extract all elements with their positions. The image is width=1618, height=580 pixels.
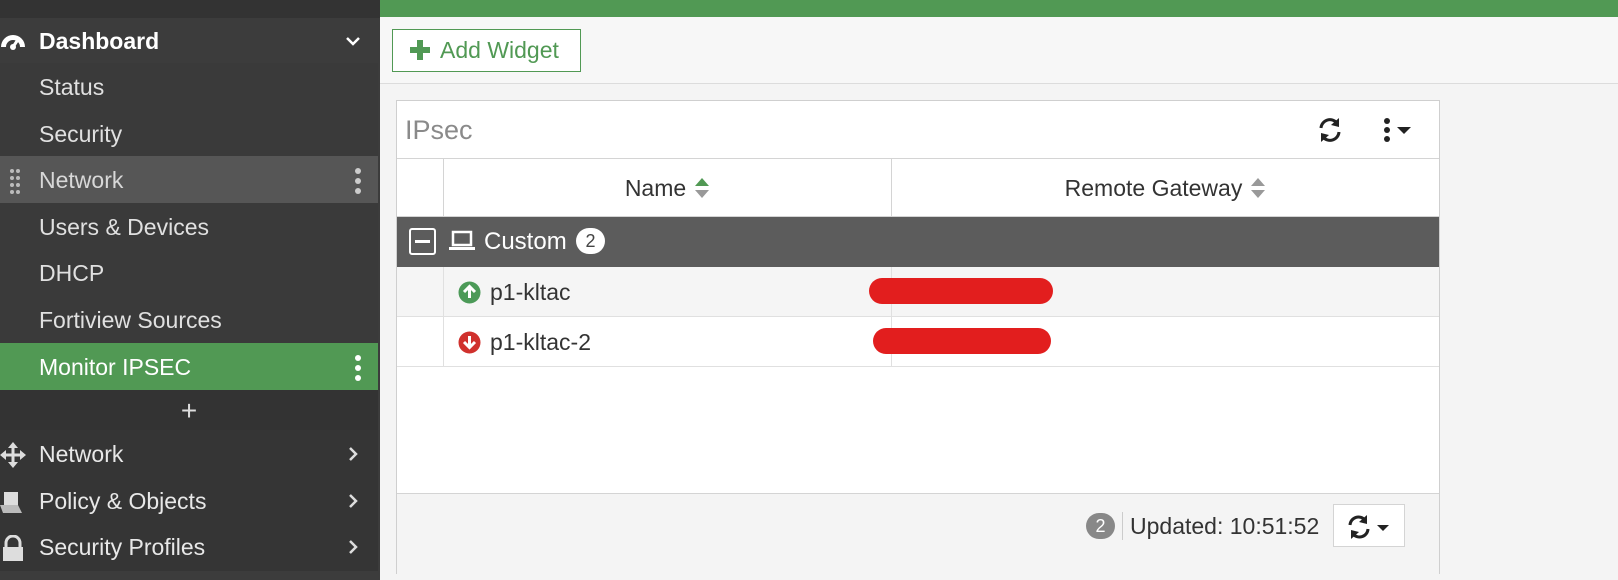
ipsec-widget: IPsec Name Remote Gateway Custom 2 p1-kl…	[396, 100, 1440, 574]
kebab-menu-icon[interactable]	[354, 167, 362, 195]
refresh-icon[interactable]	[1317, 117, 1343, 143]
drag-handle-icon[interactable]	[9, 167, 21, 195]
sidebar-item-label: Security	[39, 120, 123, 147]
kebab-menu-icon[interactable]	[354, 354, 362, 382]
sidebar-item-policy-objects[interactable]: Policy & Objects	[0, 477, 378, 525]
dashboard-toolbar: Add Widget	[380, 17, 1618, 84]
sidebar-item-network[interactable]: Network	[0, 430, 378, 478]
tunnel-up-icon	[458, 281, 481, 304]
widget-header: IPsec	[397, 101, 1439, 159]
group-row-custom[interactable]: Custom 2	[397, 217, 1439, 267]
row-select-cell[interactable]	[397, 267, 444, 317]
sort-icon	[1251, 178, 1266, 198]
sidebar-item-status[interactable]: Status	[0, 63, 378, 111]
tunnel-name: p1-kltac	[490, 279, 571, 305]
table-row[interactable]: p1-kltac-2	[397, 317, 1439, 367]
sidebar-item-label: Security Profiles	[39, 533, 206, 560]
tunnel-down-icon	[458, 331, 481, 354]
add-widget-button[interactable]: Add Widget	[392, 29, 581, 72]
column-label: Remote Gateway	[1064, 174, 1243, 201]
sidebar-item-security-profiles[interactable]: Security Profiles	[0, 523, 378, 571]
widget-footer: 2 Updated: 10:51:52	[397, 493, 1439, 574]
sidebar-item-label: Dashboard	[39, 27, 160, 54]
name-cell: p1-kltac-2	[444, 317, 892, 367]
move-arrows-icon	[0, 442, 26, 468]
top-accent-bar	[380, 0, 1618, 17]
total-count-badge: 2	[1086, 513, 1115, 539]
select-column-header	[397, 159, 444, 217]
last-updated-text: Updated: 10:51:52	[1130, 513, 1320, 539]
remote-gateway-column-header[interactable]: Remote Gateway	[892, 159, 1439, 217]
refresh-interval-button[interactable]	[1333, 504, 1405, 547]
sidebar-item-label: Status	[39, 73, 105, 100]
redacted-remote-gateway	[873, 328, 1051, 354]
table-header: Name Remote Gateway	[397, 159, 1439, 217]
widget-menu-icon[interactable]	[1381, 117, 1417, 143]
gauge-icon	[1, 35, 25, 50]
group-count-badge: 2	[576, 228, 605, 254]
tunnel-name: p1-kltac-2	[490, 329, 591, 355]
column-label: Name	[624, 174, 687, 201]
sidebar-item-label: Network	[39, 166, 124, 193]
collapse-group-icon[interactable]	[409, 228, 436, 255]
add-dashboard-button[interactable]: +	[0, 390, 378, 432]
table-row[interactable]: p1-kltac	[397, 267, 1439, 317]
policy-icon	[0, 492, 22, 513]
sidebar-item-label: Policy & Objects	[39, 487, 207, 514]
plus-icon	[410, 40, 430, 60]
sidebar-item-fortiview-sources[interactable]: Fortiview Sources	[0, 296, 378, 344]
name-column-header[interactable]: Name	[444, 159, 892, 217]
sidebar-item-monitor-ipsec[interactable]: Monitor IPSEC	[0, 343, 378, 391]
plus-icon: +	[180, 395, 198, 426]
sidebar-item-dhcp[interactable]: DHCP	[0, 249, 378, 297]
sidebar-item-label: Users & Devices	[39, 213, 209, 240]
add-widget-label: Add Widget	[440, 37, 559, 63]
sort-icon	[695, 178, 710, 198]
redacted-remote-gateway	[869, 278, 1053, 304]
lock-icon	[3, 535, 23, 561]
sidebar-item-network-dashboard[interactable]: Network	[0, 156, 378, 204]
chevron-right-icon	[349, 494, 358, 508]
sidebar-item-label: Network	[39, 440, 124, 467]
sidebar-item-dashboard[interactable]: Dashboard	[0, 17, 378, 65]
sidebar-item-label: Fortiview Sources	[39, 306, 222, 333]
sidebar-item-security[interactable]: Security	[0, 110, 378, 158]
chevron-right-icon	[349, 447, 358, 461]
refresh-dropdown-icon	[1348, 515, 1389, 539]
divider	[1122, 512, 1123, 540]
row-select-cell[interactable]	[397, 317, 444, 367]
sidebar-item-label: DHCP	[39, 259, 105, 286]
sidebar-top-strip	[0, 0, 380, 18]
sidebar-item-users-devices[interactable]: Users & Devices	[0, 203, 378, 251]
name-cell: p1-kltac	[444, 267, 892, 317]
sidebar-item-label: Monitor IPSEC	[39, 353, 192, 380]
laptop-icon	[449, 230, 475, 250]
chevron-down-icon	[346, 37, 360, 46]
widget-title: IPsec	[405, 115, 473, 145]
chevron-right-icon	[349, 540, 358, 554]
sidebar: Dashboard Status Security Network Users …	[0, 0, 380, 580]
group-name: Custom	[484, 228, 567, 255]
